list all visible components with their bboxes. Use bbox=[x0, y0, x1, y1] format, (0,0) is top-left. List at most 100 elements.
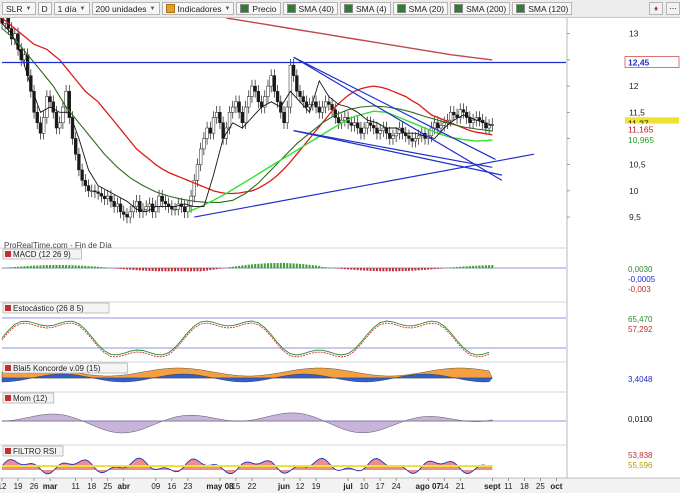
macd-bar bbox=[401, 268, 404, 272]
macd-bar bbox=[340, 268, 343, 269]
rsi-value-2: 55,596 bbox=[628, 461, 653, 470]
macd-bar bbox=[225, 267, 228, 269]
candle-body bbox=[106, 195, 110, 199]
symbol-selector[interactable]: SLR ▼ bbox=[2, 2, 36, 15]
macd-bar bbox=[286, 263, 289, 269]
macd-bar bbox=[395, 268, 398, 272]
macd-bar bbox=[65, 265, 68, 269]
macd-bar bbox=[318, 265, 321, 269]
indicator-chip[interactable]: SMA (20) bbox=[392, 2, 449, 15]
macd-bar bbox=[484, 265, 487, 269]
macd-bar bbox=[324, 267, 327, 269]
indicator-chip[interactable]: SMA (200) bbox=[450, 2, 511, 15]
stoch-value-1: 65,470 bbox=[628, 315, 653, 324]
x-tick-label: jul bbox=[342, 482, 352, 491]
macd-bar bbox=[218, 268, 221, 269]
panel-header-mom: Mom (12) bbox=[2, 392, 55, 404]
macd-bar bbox=[7, 267, 10, 269]
macd-bar bbox=[478, 265, 481, 269]
units-selector[interactable]: 200 unidades ▼ bbox=[91, 2, 160, 15]
macd-bar bbox=[151, 268, 154, 272]
macd-value-3: -0,003 bbox=[628, 285, 651, 294]
macd-bar bbox=[196, 268, 199, 272]
macd-bar bbox=[135, 268, 138, 271]
indicator-chip[interactable]: Precio bbox=[236, 2, 281, 15]
candle-body bbox=[83, 180, 87, 186]
candle-body bbox=[237, 101, 241, 113]
candle-body bbox=[298, 91, 302, 97]
candle-body bbox=[86, 185, 91, 192]
candle-body bbox=[58, 122, 62, 129]
indicators-button[interactable]: Indicadores ▼ bbox=[161, 2, 235, 15]
candle-body bbox=[416, 135, 421, 139]
x-tick-label: 09 bbox=[151, 482, 160, 491]
candle-body bbox=[381, 127, 385, 131]
macd-bar bbox=[45, 265, 48, 269]
macd-bar bbox=[289, 263, 292, 269]
macd-bar bbox=[244, 265, 247, 269]
right-axis-bg bbox=[566, 18, 680, 493]
price-plot bbox=[0, 18, 566, 224]
candle-body bbox=[477, 117, 482, 121]
y-tick-label: 12 bbox=[629, 81, 639, 91]
macd-bar bbox=[228, 267, 231, 269]
x-tick-label: 11 bbox=[72, 482, 81, 491]
macd-bar bbox=[260, 263, 263, 269]
macd-bar bbox=[58, 265, 61, 269]
macd-bar bbox=[148, 268, 151, 271]
x-tick-label: ago 07 bbox=[416, 482, 442, 491]
macd-bar bbox=[84, 265, 87, 269]
macd-bar bbox=[430, 268, 433, 270]
candle-body bbox=[112, 201, 116, 207]
candle-body bbox=[183, 206, 187, 213]
candle-body bbox=[93, 190, 97, 193]
macd-bar bbox=[238, 265, 241, 269]
candle-body bbox=[439, 125, 443, 129]
candle-body bbox=[442, 122, 446, 126]
candle-body bbox=[410, 138, 414, 142]
period-selector[interactable]: 1 día ▼ bbox=[53, 2, 90, 15]
candle-body bbox=[195, 164, 200, 181]
macd-bar bbox=[436, 268, 439, 269]
candle-body bbox=[368, 122, 373, 126]
macd-bar bbox=[231, 266, 234, 269]
candle-body bbox=[109, 195, 113, 202]
alarm-bell-icon[interactable]: ♦ bbox=[649, 2, 663, 15]
panel-title: Estocástico (26 8 5) bbox=[13, 304, 84, 313]
macd-bar bbox=[202, 268, 205, 271]
indicator-chip[interactable]: SMA (40) bbox=[282, 2, 338, 15]
x-tick-label: 17 bbox=[376, 482, 385, 491]
more-options-icon[interactable]: ⋯ bbox=[666, 2, 680, 15]
candle-body bbox=[314, 101, 318, 108]
indicator-chip[interactable]: SMA (120) bbox=[512, 2, 573, 15]
koncorde-blue-area bbox=[1, 373, 493, 383]
candle-body bbox=[134, 201, 139, 207]
candle-body bbox=[295, 75, 299, 92]
macd-bar bbox=[87, 266, 90, 269]
macd-bar bbox=[106, 267, 109, 269]
macd-bar bbox=[379, 268, 382, 272]
macd-bar bbox=[254, 264, 257, 269]
macd-bar bbox=[353, 268, 356, 270]
macd-bar bbox=[462, 266, 465, 269]
x-tick-label: 11 bbox=[504, 482, 513, 491]
panel-header-stoch: Estocástico (26 8 5) bbox=[2, 302, 110, 314]
candle-body bbox=[391, 135, 395, 139]
indicator-color-icon bbox=[454, 4, 464, 13]
x-tick-label: may 08 bbox=[206, 482, 234, 491]
candle-body bbox=[115, 203, 120, 207]
candle-body bbox=[455, 114, 459, 118]
x-tick-label: 18 bbox=[520, 482, 529, 491]
macd-bar bbox=[407, 268, 410, 271]
candle-body bbox=[375, 127, 379, 134]
candle-body bbox=[285, 106, 289, 124]
d-button[interactable]: D bbox=[37, 2, 52, 15]
macd-bar bbox=[183, 268, 186, 272]
macd-bar bbox=[347, 268, 350, 270]
candle-body bbox=[247, 96, 251, 108]
indicator-chip[interactable]: SMA (4) bbox=[339, 2, 391, 15]
candle-body bbox=[173, 208, 177, 211]
macd-bar bbox=[90, 266, 93, 269]
candle-body bbox=[144, 206, 148, 210]
macd-bar bbox=[71, 265, 74, 269]
